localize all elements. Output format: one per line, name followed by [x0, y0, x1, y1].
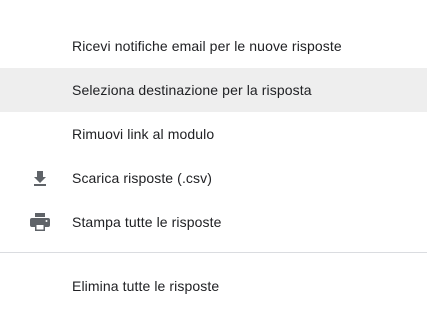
menu-group-main: Ricevi notifiche email per le nuove risp… — [0, 0, 427, 244]
download-icon — [30, 168, 50, 188]
menu-item-select-destination[interactable]: Seleziona destinazione per la risposta — [0, 68, 427, 112]
menu-group-danger: Elimina tutte le risposte — [0, 264, 427, 308]
responses-options-menu: Ricevi notifiche email per le nuove risp… — [0, 0, 427, 320]
menu-item-label: Stampa tutte le risposte — [72, 214, 222, 230]
menu-item-label: Elimina tutte le risposte — [72, 278, 220, 294]
menu-item-label: Seleziona destinazione per la risposta — [72, 82, 312, 98]
menu-item-download-csv[interactable]: Scarica risposte (.csv) — [0, 156, 427, 200]
menu-item-delete-all[interactable]: Elimina tutte le risposte — [0, 264, 427, 308]
menu-item-label: Ricevi notifiche email per le nuove risp… — [72, 38, 342, 54]
menu-item-label: Rimuovi link al modulo — [72, 126, 215, 142]
menu-item-email-notifications[interactable]: Ricevi notifiche email per le nuove risp… — [0, 24, 427, 68]
menu-item-label: Scarica risposte (.csv) — [72, 170, 212, 186]
menu-item-unlink-form[interactable]: Rimuovi link al modulo — [0, 112, 427, 156]
print-icon — [30, 212, 50, 232]
menu-divider — [0, 252, 427, 253]
menu-item-print-all[interactable]: Stampa tutte le risposte — [0, 200, 427, 244]
